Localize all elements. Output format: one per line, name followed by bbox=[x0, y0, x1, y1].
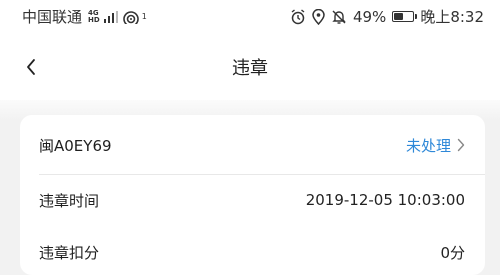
status-label: 未处理 bbox=[405, 136, 451, 155]
points-value: 0分 bbox=[440, 243, 465, 262]
status-left: 中国联通 4G HD 1 bbox=[22, 6, 147, 27]
battery-percent: 49% bbox=[352, 7, 387, 26]
signal-icon bbox=[103, 10, 118, 23]
time-row: 违章时间 2019-12-05 10:03:00 bbox=[39, 185, 465, 215]
carrier-name: 中国联通 bbox=[22, 8, 83, 26]
wifi-indicator: 1 bbox=[141, 12, 147, 21]
violation-card: 闽A0EY69 未处理 违章时间 2019-12-05 10:03:00 违章扣… bbox=[20, 115, 485, 275]
chevron-right-icon bbox=[457, 138, 465, 152]
mute-bell-icon bbox=[332, 10, 346, 24]
network-type-icon: 4G HD bbox=[88, 9, 100, 24]
status-link[interactable]: 未处理 bbox=[406, 135, 465, 156]
status-right: 49% 晚上8:32 bbox=[290, 6, 484, 27]
clock: 晚上8:32 bbox=[420, 8, 484, 26]
page-title: 违章 bbox=[232, 58, 268, 79]
network-type-bottom: HD bbox=[88, 15, 100, 24]
time-label: 违章时间 bbox=[39, 191, 100, 210]
divider bbox=[39, 174, 485, 175]
points-label: 违章扣分 bbox=[39, 243, 100, 262]
plate-number: 闽A0EY69 bbox=[39, 136, 112, 155]
alarm-icon bbox=[291, 8, 305, 24]
plate-row[interactable]: 闽A0EY69 未处理 bbox=[39, 130, 465, 160]
battery-icon bbox=[392, 11, 418, 22]
time-value: 2019-12-05 10:03:00 bbox=[305, 191, 465, 209]
status-bar: 中国联通 4G HD 1 49% 晚上8:32 bbox=[0, 0, 500, 34]
battery-fill bbox=[394, 13, 403, 20]
points-row: 违章扣分 0分 bbox=[39, 237, 465, 267]
app-header: 违章 bbox=[0, 34, 500, 100]
wifi-icon bbox=[122, 10, 139, 24]
location-icon bbox=[312, 8, 325, 25]
